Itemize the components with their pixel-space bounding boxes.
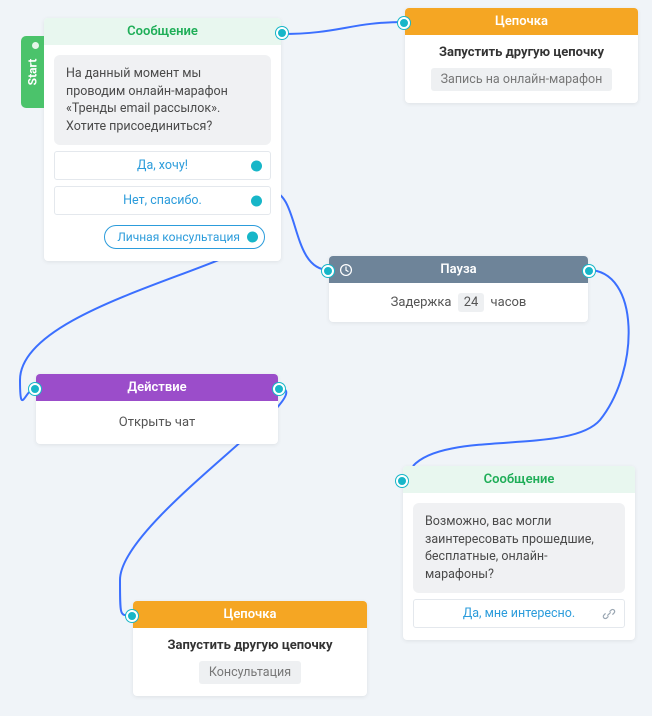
clock-icon (339, 263, 353, 277)
node-body: Запустить другую цепочку Запись на онлай… (405, 35, 638, 103)
node-header: Сообщение (403, 466, 635, 493)
node-header: Пауза (329, 256, 588, 283)
input-port-icon[interactable] (396, 475, 408, 487)
node-message-followup[interactable]: Сообщение Возможно, вас могли заинтересо… (403, 466, 635, 640)
chain-title: Запустить другую цепочку (143, 638, 357, 653)
output-port-icon[interactable] (276, 27, 288, 39)
delay-prefix: Задержка (391, 295, 452, 310)
node-body: На данный момент мы проводим онлайн-мара… (44, 45, 281, 261)
action-text: Открыть чат (36, 401, 278, 444)
delay-value: 24 (458, 293, 485, 312)
connector-port-icon[interactable] (251, 195, 262, 206)
output-port-icon[interactable] (583, 265, 595, 277)
message-bubble: Возможно, вас могли заинтересовать проше… (413, 503, 625, 593)
connector-port-icon[interactable] (247, 232, 258, 243)
input-port-icon[interactable] (29, 383, 41, 395)
start-label: Start (26, 59, 40, 86)
input-port-icon[interactable] (398, 17, 410, 29)
input-port-icon[interactable] (126, 610, 138, 622)
delay-line: Задержка 24 часов (329, 283, 588, 322)
option-no[interactable]: Нет, спасибо. (54, 186, 271, 215)
option-label: Да, хочу! (137, 158, 188, 173)
node-header: Действие (36, 374, 278, 401)
node-chain-signup[interactable]: Цепочка Запустить другую цепочку Запись … (405, 8, 638, 103)
option-yes[interactable]: Да, хочу! (54, 151, 271, 180)
personal-consultation-button[interactable]: Личная консультация (104, 225, 265, 249)
option-interested[interactable]: Да, мне интересно. (413, 599, 625, 628)
start-dot-icon (32, 42, 39, 49)
node-body: Запустить другую цепочку Консультация (133, 628, 367, 696)
node-header: Цепочка (133, 601, 367, 628)
node-action-openchat[interactable]: Действие Открыть чат (36, 374, 278, 444)
node-message-start[interactable]: Start Сообщение На данный момент мы пров… (44, 18, 281, 261)
node-body: Возможно, вас могли заинтересовать проше… (403, 493, 635, 640)
start-tab: Start (21, 36, 44, 108)
chain-sub: Консультация (199, 661, 301, 684)
link-icon (602, 607, 616, 621)
chain-title: Запустить другую цепочку (415, 45, 628, 60)
pause-header-label: Пауза (440, 262, 476, 277)
node-chain-consult[interactable]: Цепочка Запустить другую цепочку Консуль… (133, 601, 367, 696)
output-port-icon[interactable] (273, 383, 285, 395)
option-label: Да, мне интересно. (463, 606, 575, 621)
pill-label: Личная консультация (117, 230, 240, 244)
node-header: Цепочка (405, 8, 638, 35)
node-header: Сообщение (44, 18, 281, 45)
chain-sub: Запись на онлайн-марафон (431, 68, 613, 91)
node-pause[interactable]: Пауза Задержка 24 часов (329, 256, 588, 322)
delay-suffix: часов (491, 295, 527, 310)
input-port-icon[interactable] (322, 265, 334, 277)
connector-port-icon[interactable] (251, 160, 262, 171)
message-bubble: На данный момент мы проводим онлайн-мара… (54, 55, 271, 145)
option-label: Нет, спасибо. (123, 193, 202, 208)
flow-canvas[interactable]: Start Сообщение На данный момент мы пров… (0, 0, 652, 716)
